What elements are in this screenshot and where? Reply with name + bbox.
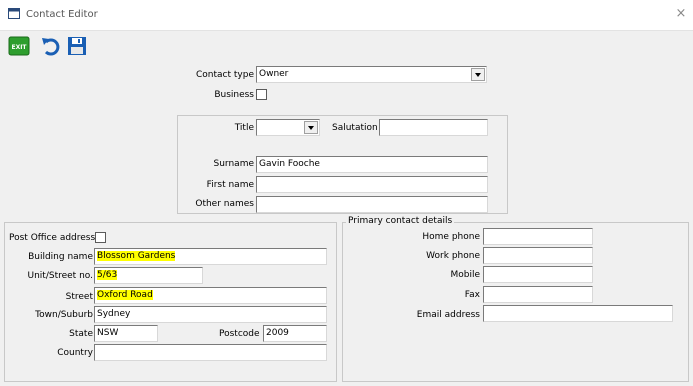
country-label: Country (57, 348, 93, 358)
window-title: Contact Editor (26, 9, 98, 20)
town-suburb-label: Town/Suburb (35, 310, 93, 320)
mobile-label: Mobile (450, 270, 480, 280)
home-phone-field[interactable] (483, 228, 593, 245)
postcode-label: Postcode (219, 329, 260, 339)
business-checkbox[interactable] (256, 89, 267, 100)
title-select[interactable] (256, 119, 320, 136)
town-suburb-field[interactable]: Sydney (94, 306, 327, 323)
business-label: Business (214, 90, 254, 100)
other-names-field[interactable] (256, 196, 488, 213)
mobile-field[interactable] (483, 266, 593, 283)
first-name-label: First name (206, 180, 254, 190)
contact-type-select[interactable]: Owner (256, 66, 487, 83)
contact-type-label: Contact type (196, 70, 254, 80)
building-name-field[interactable]: Blossom Gardens (94, 248, 327, 265)
street-label: Street (65, 292, 93, 302)
email-address-label: Email address (416, 310, 480, 320)
close-icon[interactable]: × (672, 5, 690, 23)
home-phone-label: Home phone (422, 232, 480, 242)
unit-street-no-field[interactable]: 5/63 (94, 267, 203, 284)
first-name-field[interactable] (256, 176, 488, 193)
surname-label: Surname (213, 159, 254, 169)
postcode-field[interactable]: 2009 (263, 325, 327, 342)
primary-contact-legend: Primary contact details (346, 216, 455, 226)
undo-arrow-icon (42, 38, 60, 56)
state-field[interactable]: NSW (94, 325, 158, 342)
building-name-label: Building name (28, 252, 93, 262)
po-address-checkbox[interactable] (95, 232, 106, 243)
unit-street-no-label: Unit/Street no. (27, 271, 93, 281)
building-name-value: Blossom Gardens (97, 251, 176, 261)
street-field[interactable]: Oxford Road (94, 287, 327, 304)
undo-button[interactable] (40, 35, 62, 57)
email-address-field[interactable] (483, 305, 673, 322)
chevron-down-icon[interactable] (471, 68, 485, 81)
salutation-label: Salutation (332, 123, 378, 133)
state-label: State (69, 329, 93, 339)
save-button[interactable] (66, 35, 88, 57)
exit-icon: EXIT (8, 36, 30, 56)
work-phone-label: Work phone (426, 251, 480, 261)
country-field[interactable] (94, 344, 327, 361)
work-phone-field[interactable] (483, 247, 593, 264)
contact-type-value: Owner (259, 69, 289, 79)
exit-button[interactable]: EXIT (8, 35, 30, 57)
unit-street-no-value: 5/63 (97, 270, 118, 280)
fax-field[interactable] (483, 286, 593, 303)
title-label: Title (234, 123, 254, 133)
fax-label: Fax (464, 290, 480, 300)
surname-field[interactable]: Gavin Fooche (256, 156, 488, 173)
chevron-down-icon[interactable] (304, 121, 318, 134)
salutation-field[interactable] (379, 119, 488, 136)
other-names-label: Other names (195, 199, 254, 209)
po-address-label: Post Office address (9, 233, 96, 243)
app-icon (8, 8, 20, 19)
floppy-disk-icon (68, 37, 86, 55)
title-bar (0, 0, 693, 31)
exit-label: EXIT (11, 44, 27, 51)
street-value: Oxford Road (97, 290, 153, 300)
